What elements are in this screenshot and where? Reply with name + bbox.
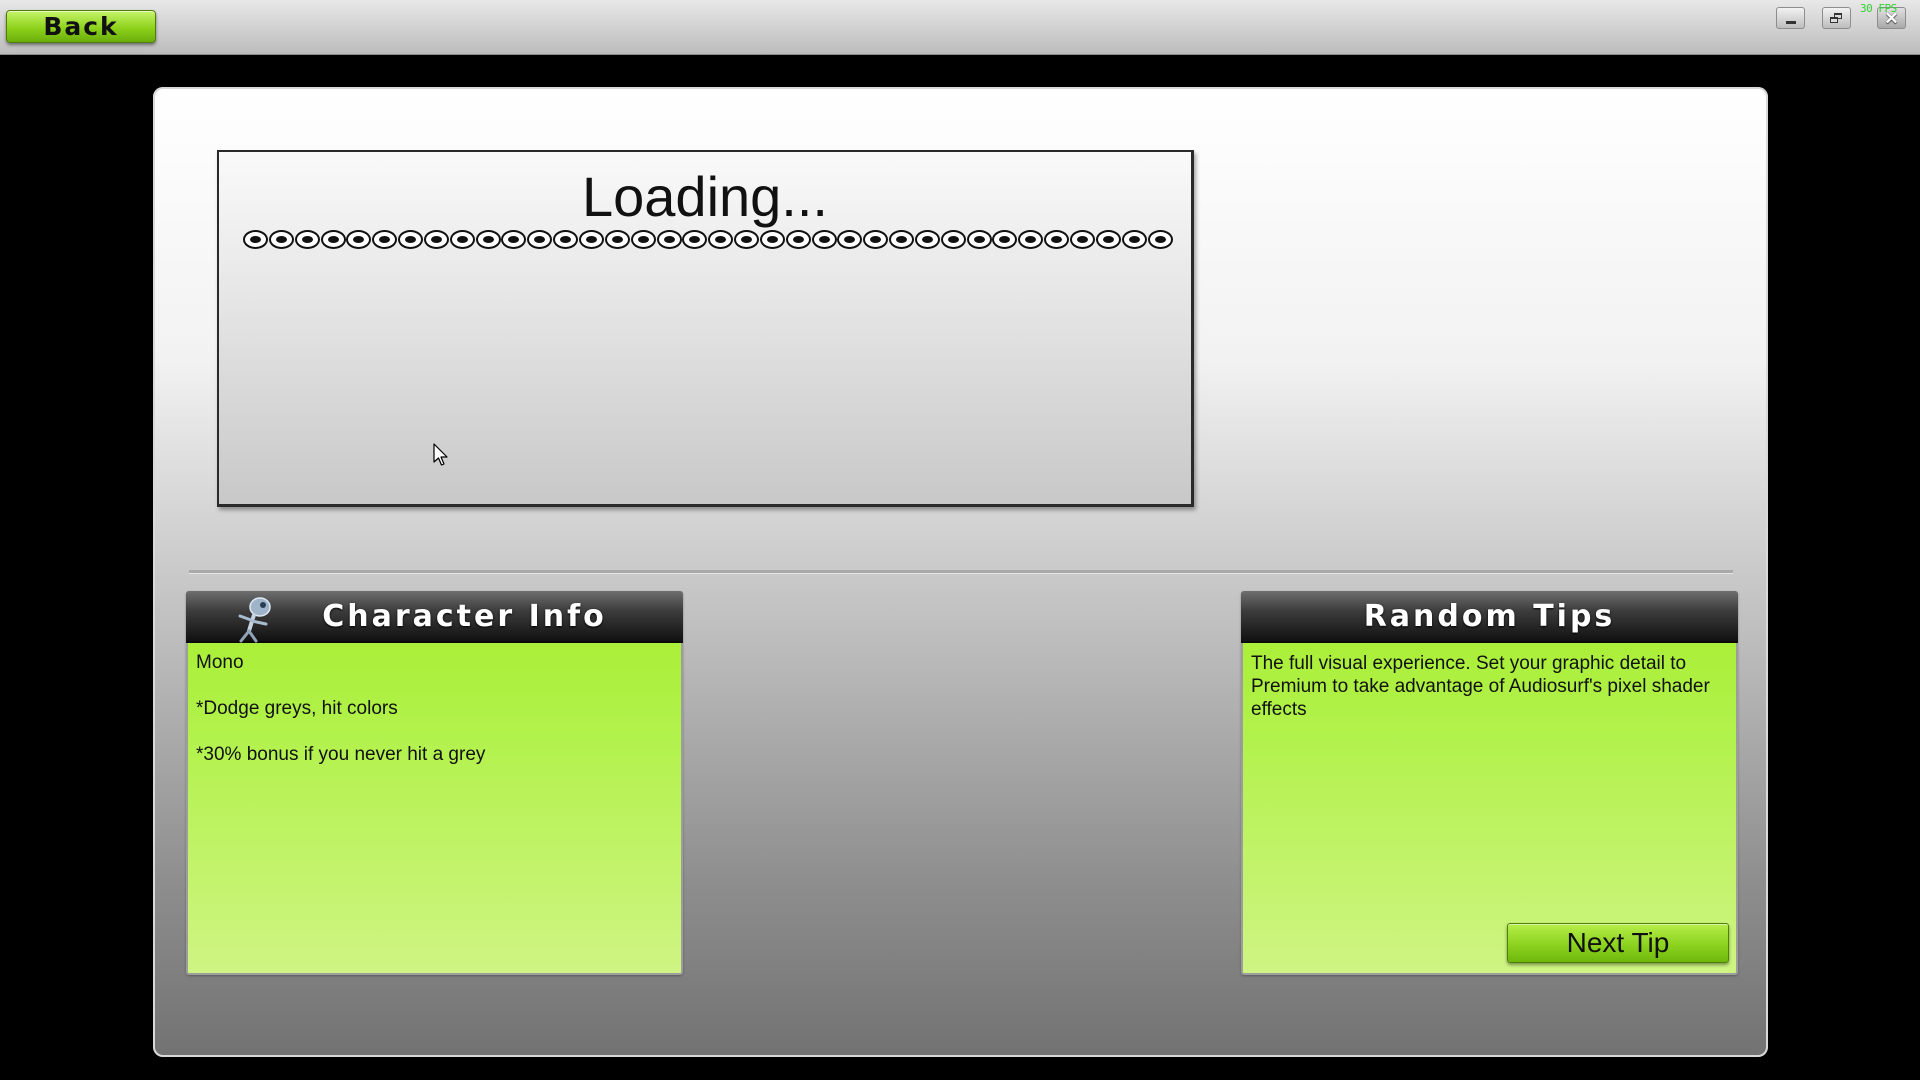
random-tips-header: Random Tips (1241, 591, 1738, 643)
progress-dot (372, 230, 398, 249)
progress-dot (1121, 230, 1147, 249)
minimize-icon (1785, 20, 1796, 24)
progress-dot (940, 230, 966, 249)
character-rule: *Dodge greys, hit colors (196, 698, 398, 719)
progress-dot (992, 230, 1018, 249)
progress-dot (1018, 230, 1044, 249)
progress-dot (527, 230, 553, 249)
loading-text: Loading... (582, 165, 828, 228)
character-info-title: Character Info (322, 598, 607, 634)
progress-dot (243, 230, 268, 249)
progress-dot (449, 230, 475, 249)
progress-dot (1095, 230, 1121, 249)
character-info-panel: Character Info Mono *Dodge greys, hit co… (186, 591, 683, 975)
loading-box: Loading... (217, 150, 1194, 507)
progress-dot (863, 230, 889, 249)
progress-dot (1147, 230, 1173, 249)
character-info-header: Character Info (186, 591, 683, 643)
progress-dot (734, 230, 760, 249)
progress-dot (889, 230, 915, 249)
progress-dot (346, 230, 372, 249)
progress-dot (1070, 230, 1095, 249)
fps-counter: 30 FPS (1860, 2, 1897, 15)
character-bonus: *30% bonus if you never hit a grey (196, 744, 486, 765)
robot-character-icon (238, 597, 271, 643)
progress-dot (785, 230, 811, 249)
progress-dot (811, 230, 837, 249)
progress-dot (268, 230, 294, 249)
character-info-body: Mono *Dodge greys, hit colors *30% bonus… (196, 651, 673, 766)
progress-dot (682, 230, 708, 249)
restore-button[interactable] (1822, 7, 1851, 29)
progress-dot (1044, 230, 1070, 249)
progress-dot (759, 230, 785, 249)
section-divider (189, 570, 1733, 574)
progress-dot (837, 230, 863, 249)
progress-dot (320, 230, 346, 249)
game-window: Back ✕ 30 FPS Loading... Character Info … (0, 0, 1920, 1080)
top-bar: Back ✕ 30 FPS (0, 0, 1920, 55)
progress-dot (423, 230, 449, 249)
progress-dot (966, 230, 992, 249)
next-tip-button[interactable]: Next Tip (1507, 923, 1729, 963)
back-button[interactable]: Back (6, 10, 156, 43)
progress-dot (604, 230, 630, 249)
progress-dot (553, 230, 579, 249)
mouse-cursor-icon (433, 443, 448, 466)
restore-icon (1830, 12, 1843, 24)
progress-dot (578, 230, 604, 249)
loading-progress-dots (243, 230, 1173, 249)
progress-dot (501, 230, 527, 249)
random-tips-panel: Random Tips The full visual experience. … (1241, 591, 1738, 975)
tip-text: The full visual experience. Set your gra… (1251, 653, 1710, 720)
progress-dot (398, 230, 424, 249)
progress-dot (914, 230, 940, 249)
progress-dot (630, 230, 656, 249)
random-tips-title: Random Tips (1363, 598, 1616, 634)
progress-dot (656, 230, 682, 249)
progress-dot (475, 230, 501, 249)
character-name: Mono (196, 652, 244, 673)
minimize-button[interactable] (1776, 7, 1805, 29)
progress-dot (708, 230, 734, 249)
progress-dot (294, 230, 320, 249)
